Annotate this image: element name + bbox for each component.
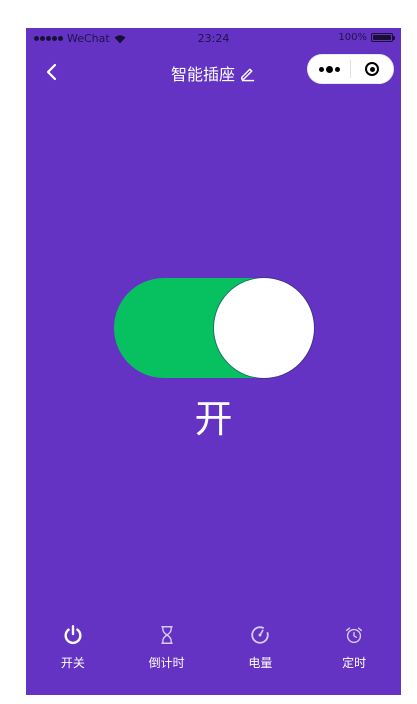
capsule-menu [307,54,394,84]
battery-percent: 100% [338,32,367,43]
tab-label: 电量 [248,656,273,670]
gauge-icon [251,626,270,644]
hourglass-icon [160,626,173,644]
tab-label: 开关 [60,656,85,670]
status-bar: WeChat 23:24 100% [26,28,401,50]
toggle-knob[interactable] [214,278,314,378]
power-toggle-switch[interactable] [114,278,314,378]
tab-bar: 开关 倒计时 电量 定时 [26,620,401,680]
tab-label: 倒计时 [148,656,185,670]
switch-state-label: 开 [194,397,233,441]
tab-countdown[interactable]: 倒计时 [120,620,214,680]
tab-label: 定时 [342,656,367,670]
phone-screen: WeChat 23:24 100% 智能插座 开 开关 倒计时 电量 定时 [26,28,401,695]
pencil-icon[interactable] [239,65,256,82]
more-dots-icon[interactable] [308,55,350,83]
nav-bar: 智能插座 [26,50,401,94]
tab-timer[interactable]: 定时 [307,620,401,680]
target-close-icon[interactable] [351,55,393,83]
tab-electricity[interactable]: 电量 [214,620,308,680]
alarm-clock-icon [346,627,363,644]
tab-power[interactable]: 开关 [26,620,120,680]
page-title-text: 智能插座 [170,65,235,84]
power-icon [64,625,82,644]
status-right: 100% [338,32,395,43]
battery-icon [371,33,395,42]
